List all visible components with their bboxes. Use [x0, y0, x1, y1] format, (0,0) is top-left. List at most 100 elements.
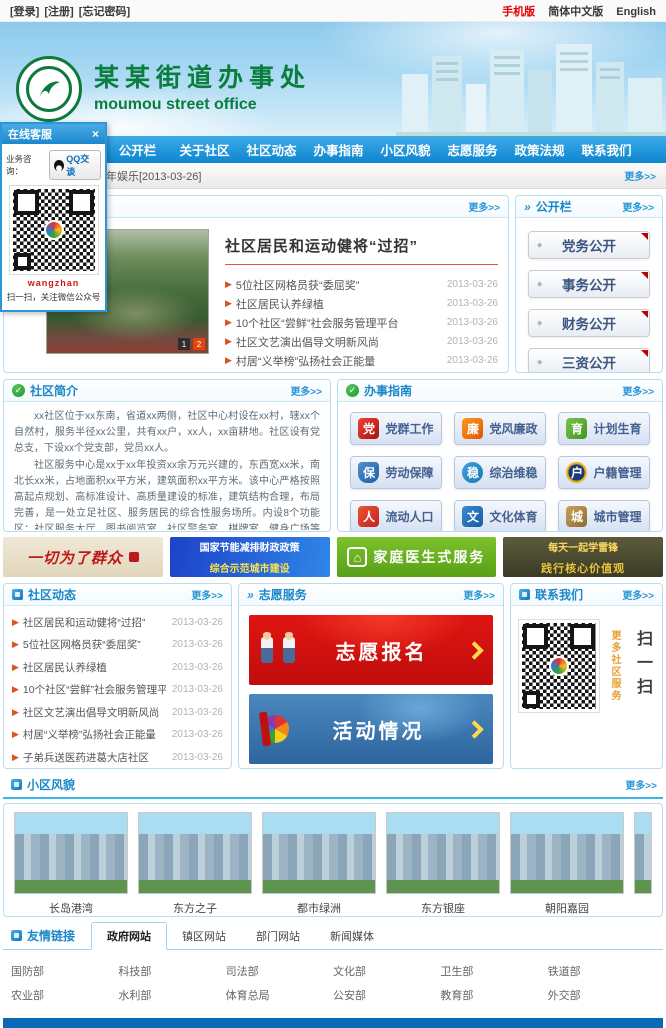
estate-name: 都市绿洲 — [262, 900, 376, 916]
community-more-link[interactable]: 更多>> — [625, 777, 657, 792]
banner-family-doctor[interactable]: ⌂ 家庭医生式服务 — [337, 537, 497, 577]
friend-link[interactable]: 外交部 — [548, 987, 655, 1003]
community-intro-panel: 社区简介 更多>> xx社区位于xx东南，省道xx两侧，社区中心村设在xx村，辖… — [3, 379, 331, 532]
news-link[interactable]: 社区文艺演出倡导文明新风尚 — [23, 705, 166, 720]
news-link[interactable]: 子弟兵送医药进葛大店社区 — [23, 750, 166, 765]
gallery-item[interactable]: 东方银座 — [386, 812, 500, 916]
login-link[interactable]: [登录] — [10, 6, 39, 18]
guide-migrant-population-button[interactable]: 人流动人口 — [350, 500, 442, 532]
friend-link[interactable]: 铁道部 — [548, 963, 655, 979]
gallery-item[interactable]: 朝阳嘉园 — [510, 812, 624, 916]
guide-stability-button[interactable]: 稳综治维稳 — [454, 456, 546, 489]
bullet-icon: ▶ — [12, 617, 19, 628]
friend-link[interactable]: 体育总局 — [226, 987, 333, 1003]
qq-chat-button[interactable]: QQ交谈 — [49, 150, 101, 180]
nav-item-guide[interactable]: 办事指南 — [305, 140, 372, 159]
tab-town-sites[interactable]: 镇区网站 — [167, 923, 241, 949]
friend-link[interactable]: 教育部 — [440, 987, 547, 1003]
pager-dot-1[interactable]: 1 — [178, 338, 190, 350]
news-link[interactable]: 10个社区“尝鲜”社会服务管理平台 — [23, 682, 166, 697]
volunteer-title: 志愿服务 — [259, 586, 307, 603]
news-link[interactable]: 社区居民认养绿植 — [236, 296, 441, 312]
news-link[interactable]: 村居“义举榜”弘扬社会正能量 — [236, 353, 441, 369]
nav-item-dynamics[interactable]: 社区动态 — [238, 140, 305, 159]
news-link[interactable]: 10个社区“尝鲜”社会服务管理平台 — [236, 315, 441, 331]
banner-learn-leifeng[interactable]: 每天一起学雷锋 践行核心价值观 — [503, 537, 663, 577]
online-service-panel: 在线客服 × 业务咨询： QQ交谈 wangzhan 扫一扫，关注微信公众号 — [0, 122, 107, 312]
news-date: 2013-03-26 — [172, 729, 223, 740]
guide-city-management-button[interactable]: 城城市管理 — [558, 500, 650, 532]
friend-link[interactable]: 农业部 — [11, 987, 118, 1003]
contact-more-link[interactable]: 更多>> — [622, 587, 654, 602]
bullet-icon: ▶ — [225, 298, 232, 309]
banner-energy-policy[interactable]: 国家节能减排财政政策 综合示范城市建设 — [170, 537, 330, 577]
party-affairs-button[interactable]: 党务公开 — [528, 231, 650, 259]
volunteer-more-link[interactable]: 更多>> — [463, 587, 495, 602]
news-link[interactable]: 5位社区网格员获“委屈奖” — [23, 637, 166, 652]
gallery-item[interactable]: 长岛港湾 — [14, 812, 128, 916]
guide-clean-governance-button[interactable]: 廉党风廉政 — [454, 412, 546, 445]
gallery-item[interactable]: 都市绿洲 — [262, 812, 376, 916]
nav-item-about[interactable]: 关于社区 — [171, 140, 238, 159]
friend-link[interactable]: 科技部 — [118, 963, 225, 979]
pager-dot-2[interactable]: 2 — [193, 338, 205, 350]
financial-affairs-button[interactable]: 财务公开 — [528, 309, 650, 337]
news-link[interactable]: 5位社区网格员获“委屈奖” — [236, 277, 441, 293]
tab-government-sites[interactable]: 政府网站 — [91, 922, 167, 950]
guide-labor-security-button[interactable]: 保劳动保障 — [350, 456, 442, 489]
volunteer-signup-banner[interactable]: 志愿报名 — [249, 615, 493, 685]
general-affairs-button[interactable]: 事务公开 — [528, 270, 650, 298]
news-link[interactable]: 社区文艺演出倡导文明新风尚 — [236, 334, 441, 350]
intro-more-link[interactable]: 更多>> — [290, 383, 322, 398]
ticker-more-link[interactable]: 更多>> — [624, 168, 656, 183]
guide-family-planning-button[interactable]: 育计划生育 — [558, 412, 650, 445]
mobile-version-link[interactable]: 手机版 — [502, 6, 535, 18]
nav-item-volunteer[interactable]: 志愿服务 — [439, 140, 506, 159]
dynamics-more-link[interactable]: 更多>> — [191, 587, 223, 602]
guide-culture-sport-button[interactable]: 文文化体育 — [454, 500, 546, 532]
news-item: ▶社区文艺演出倡导文明新风尚2013-03-26 — [12, 701, 223, 724]
ticker-headline[interactable]: 老年娱乐[2013-03-26] — [95, 168, 624, 184]
tab-department-sites[interactable]: 部门网站 — [241, 923, 315, 949]
friend-link[interactable]: 文化部 — [333, 963, 440, 979]
news-link[interactable]: 村居“义举榜”弘扬社会正能量 — [23, 727, 166, 742]
news-date: 2013-03-26 — [172, 639, 223, 650]
friend-link[interactable]: 水利部 — [118, 987, 225, 1003]
close-icon[interactable]: × — [92, 127, 99, 141]
wechat-qr-code — [10, 186, 98, 274]
featured-more-link[interactable]: 更多>> — [468, 199, 500, 214]
qr-center-logo — [549, 656, 569, 676]
open-board-more-link[interactable]: 更多>> — [622, 199, 654, 214]
banner-for-the-people[interactable]: 一切为了群众 — [3, 537, 163, 577]
nav-item-contact[interactable]: 联系我们 — [573, 140, 640, 159]
activity-status-banner[interactable]: 活动情况 — [249, 694, 493, 764]
banner-line2: 综合示范城市建设 — [210, 560, 290, 575]
estate-photo — [386, 812, 500, 894]
friend-link[interactable]: 国防部 — [11, 963, 118, 979]
three-assets-button[interactable]: 三资公开 — [528, 348, 650, 373]
gallery-item-partial[interactable] — [634, 812, 652, 916]
register-link[interactable]: [注册] — [44, 6, 73, 18]
nav-item-policy[interactable]: 政策法规 — [506, 140, 573, 159]
bullet-icon: ▶ — [12, 662, 19, 673]
tab-news-media[interactable]: 新闻媒体 — [315, 923, 389, 949]
forgot-password-link[interactable]: [忘记密码] — [79, 6, 130, 18]
gallery-item[interactable]: 东方之子 — [138, 812, 252, 916]
bullet-icon: ▶ — [225, 279, 232, 290]
news-link[interactable]: 社区居民和运动健将“过招” — [23, 615, 166, 630]
nav-item-community[interactable]: 小区风貌 — [372, 140, 439, 159]
account-links: [登录] [注册] [忘记密码] — [10, 3, 132, 19]
qr-center-logo — [44, 220, 64, 240]
guide-household-registry-button[interactable]: 户户籍管理 — [558, 456, 650, 489]
friend-link[interactable]: 公安部 — [333, 987, 440, 1003]
friend-link[interactable]: 司法部 — [226, 963, 333, 979]
nav-item-openboard[interactable]: 公开栏 — [104, 140, 171, 159]
news-link[interactable]: 社区居民认养绿植 — [23, 660, 166, 675]
simplified-chinese-link[interactable]: 简体中文版 — [548, 6, 603, 18]
guide-party-work-button[interactable]: 党党群工作 — [350, 412, 442, 445]
guide-more-link[interactable]: 更多>> — [622, 383, 654, 398]
volunteer-service-panel: 志愿服务 更多>> 志愿报名 活动情况 — [238, 583, 504, 769]
english-link[interactable]: English — [616, 6, 656, 18]
featured-headline[interactable]: 社区居民和运动健将“过招” — [225, 235, 498, 256]
friend-link[interactable]: 卫生部 — [440, 963, 547, 979]
